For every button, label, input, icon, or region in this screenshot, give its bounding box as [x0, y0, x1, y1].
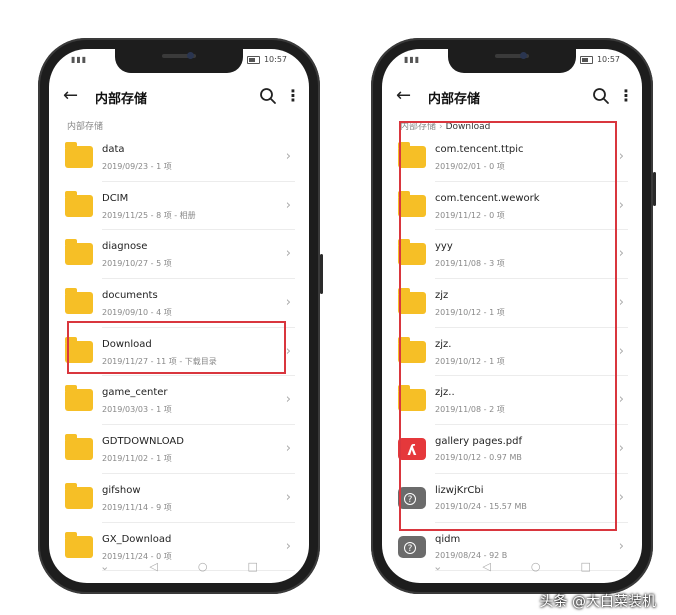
side-button	[320, 254, 323, 294]
chevron-right-icon: ›	[618, 392, 624, 408]
item-meta: 2019/09/23 - 1 项	[102, 162, 172, 171]
breadcrumb-root[interactable]: 内部存储	[67, 122, 103, 132]
item-name: qidm	[435, 533, 461, 545]
left-phone: ▮▮▮ 10:57 ← 内部存储 ⋮ 内部存储 data 2019/09/23 -…	[38, 38, 323, 594]
nav-down-icon[interactable]: ⌄	[433, 560, 442, 573]
item-name: documents	[102, 290, 158, 302]
nav-recents-icon[interactable]: □	[580, 560, 590, 573]
nav-back-icon[interactable]: ◁	[482, 560, 490, 573]
nav-home-icon[interactable]: ○	[531, 560, 541, 573]
chevron-right-icon: ›	[618, 295, 624, 311]
list-item[interactable]: GDTDOWNLOAD 2019/11/02 - 1 项 ›	[49, 425, 309, 474]
folder-icon	[65, 434, 93, 461]
folder-icon	[65, 190, 93, 217]
notch	[115, 49, 243, 73]
side-button	[653, 172, 656, 206]
item-name: DCIM	[102, 192, 129, 204]
status-time: 10:57	[596, 55, 620, 64]
battery-icon	[246, 55, 260, 64]
download-highlight-box	[67, 321, 286, 374]
folder-icon	[65, 385, 93, 412]
folder-icon	[65, 239, 93, 266]
more-options-icon[interactable]: ⋮	[285, 87, 301, 105]
item-meta: 2019/11/14 - 9 项	[102, 502, 172, 512]
notch	[448, 49, 576, 73]
signal-icon: ▮▮▮	[71, 55, 88, 64]
chevron-right-icon: ›	[618, 149, 624, 164]
chevron-right-icon: ›	[285, 246, 291, 262]
item-name: GDTDOWNLOAD	[102, 436, 184, 448]
more-options-icon[interactable]: ⋮	[618, 87, 634, 105]
chevron-right-icon: ›	[285, 197, 291, 213]
left-screen: ▮▮▮ 10:57 ← 内部存储 ⋮ 内部存储 data 2019/09/23 -…	[49, 49, 309, 583]
search-icon[interactable]	[592, 87, 610, 105]
item-name: data	[102, 144, 125, 155]
chevron-right-icon: ›	[618, 343, 624, 359]
toolbar: ← 内部存储 ⋮	[382, 79, 642, 115]
chevron-right-icon: ›	[285, 489, 291, 505]
chevron-right-icon: ›	[618, 441, 624, 457]
folder-icon	[65, 482, 93, 509]
chevron-right-icon: ›	[618, 489, 624, 505]
nav-bar: ⌄ ◁ ○ □	[49, 555, 309, 577]
download-contents-highlight-box	[399, 121, 617, 531]
chevron-right-icon: ›	[285, 538, 291, 554]
chevron-right-icon: ›	[285, 392, 291, 408]
item-name: gifshow	[102, 484, 141, 496]
page-title: 内部存储	[428, 92, 481, 107]
chevron-right-icon: ›	[285, 343, 291, 359]
nav-back-icon[interactable]: ◁	[149, 560, 157, 573]
back-arrow-icon[interactable]: ←	[63, 87, 78, 105]
chevron-right-icon: ›	[618, 538, 624, 554]
signal-icon: ▮▮▮	[404, 55, 421, 64]
battery-icon	[579, 55, 593, 64]
list-item[interactable]: diagnose 2019/10/27 - 5 项 ›	[49, 230, 309, 280]
back-arrow-icon[interactable]: ←	[396, 87, 411, 105]
item-meta: 2019/11/25 - 8 项 - 相册	[102, 210, 196, 220]
chevron-right-icon: ›	[285, 441, 291, 457]
item-name: GX_Download	[102, 533, 172, 545]
folder-icon	[65, 142, 93, 168]
item-name: diagnose	[102, 241, 148, 253]
chevron-right-icon: ›	[618, 197, 624, 213]
chevron-right-icon: ›	[285, 149, 291, 164]
item-meta: 2019/10/27 - 5 项	[102, 259, 172, 269]
chevron-right-icon: ›	[618, 246, 624, 262]
item-name: game_center	[102, 387, 168, 399]
item-meta: 2019/11/02 - 1 项	[102, 454, 172, 464]
item-meta: 2019/03/03 - 1 项	[102, 405, 172, 415]
nav-bar: ⌄ ◁ ○ □	[382, 555, 642, 577]
toolbar: ← 内部存储 ⋮	[49, 79, 309, 115]
nav-down-icon[interactable]: ⌄	[100, 560, 109, 573]
list-item[interactable]: game_center 2019/03/03 - 1 项 ›	[49, 376, 309, 426]
item-meta: 2019/09/10 - 4 项	[102, 308, 172, 318]
watermark: 头条 @大白菜装机	[539, 594, 656, 610]
status-time: 10:57	[263, 55, 287, 64]
nav-recents-icon[interactable]: □	[247, 560, 257, 573]
breadcrumb: 内部存储	[67, 119, 103, 132]
list-item[interactable]: data 2019/09/23 - 1 项 ›	[49, 133, 309, 182]
folder-icon	[65, 288, 93, 315]
chevron-right-icon: ›	[285, 295, 291, 311]
list-item[interactable]: DCIM 2019/11/25 - 8 项 - 相册 ›	[49, 182, 309, 231]
nav-home-icon[interactable]: ○	[198, 560, 208, 573]
search-icon[interactable]	[259, 87, 277, 105]
list-item[interactable]: gifshow 2019/11/14 - 9 项 ›	[49, 474, 309, 523]
page-title: 内部存储	[95, 92, 148, 107]
